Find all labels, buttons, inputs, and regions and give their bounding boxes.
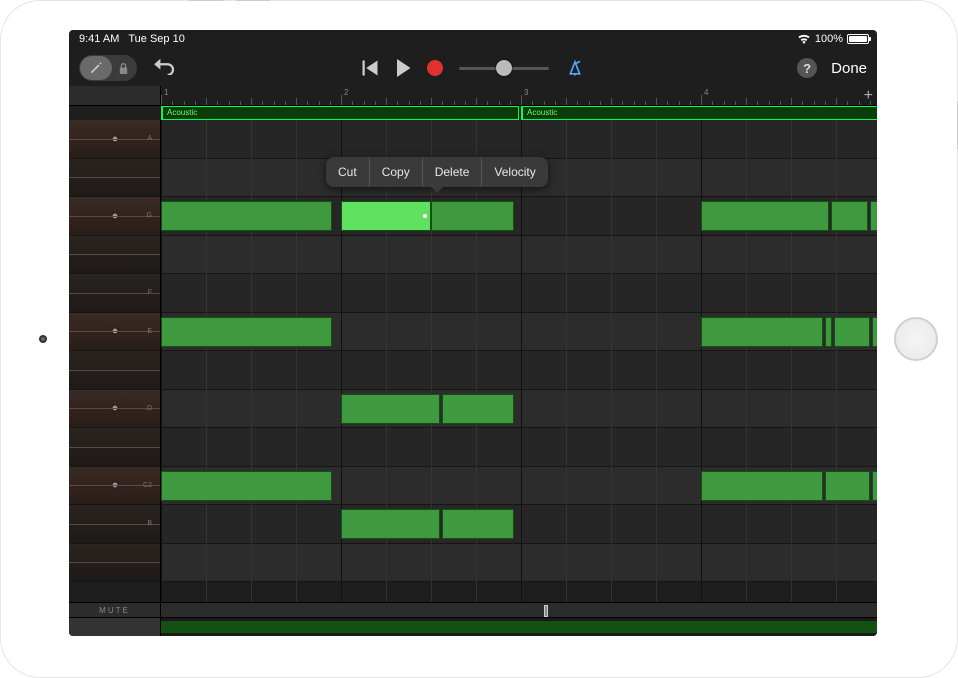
- note[interactable]: [872, 317, 877, 347]
- menu-cut[interactable]: Cut: [326, 157, 370, 187]
- toolbar: ? Done: [69, 50, 877, 86]
- status-time: 9:41 AM: [79, 33, 119, 45]
- go-to-start-button[interactable]: [361, 60, 379, 76]
- string-row: [69, 159, 160, 198]
- done-button[interactable]: Done: [831, 60, 867, 77]
- string-row: [69, 351, 160, 390]
- front-camera: [39, 335, 47, 343]
- battery-percent: 100%: [815, 33, 843, 45]
- undo-button[interactable]: [153, 57, 175, 80]
- record-button[interactable]: [427, 60, 443, 76]
- string-row: C2: [69, 467, 160, 506]
- note[interactable]: [701, 317, 823, 347]
- note[interactable]: [825, 471, 870, 501]
- undo-icon: [153, 57, 175, 75]
- ruler-gutter: [69, 86, 161, 105]
- note[interactable]: [834, 317, 870, 347]
- string-row: A: [69, 120, 160, 159]
- menu-copy[interactable]: Copy: [370, 157, 423, 187]
- pencil-icon: [89, 61, 103, 75]
- string-row: F: [69, 274, 160, 313]
- mute-label: MUTE: [69, 603, 161, 619]
- string-label: B: [147, 520, 152, 527]
- time-ruler[interactable]: 1 2 3 4: [161, 86, 877, 105]
- note[interactable]: [831, 201, 869, 231]
- string-row: [69, 236, 160, 275]
- note[interactable]: [431, 201, 514, 231]
- status-bar: 9:41 AM Tue Sep 10 100%: [69, 30, 877, 50]
- menu-velocity[interactable]: Velocity: [482, 157, 547, 187]
- note[interactable]: [161, 471, 332, 501]
- play-button[interactable]: [395, 59, 411, 77]
- note[interactable]: [161, 317, 332, 347]
- string-row: G: [69, 197, 160, 236]
- add-bars-button[interactable]: +: [864, 87, 873, 105]
- string-labels-pane: A G F E D C2 B: [69, 120, 161, 602]
- note-selected[interactable]: [341, 201, 431, 231]
- scroll-minimap[interactable]: [161, 621, 877, 633]
- note[interactable]: [442, 509, 514, 539]
- home-button[interactable]: [894, 317, 938, 361]
- note[interactable]: [442, 394, 514, 424]
- scroll-gutter: [69, 618, 161, 636]
- string-row: E: [69, 313, 160, 352]
- volume-slider[interactable]: [459, 67, 549, 70]
- region-acoustic-2[interactable]: Acoustic: [521, 106, 877, 120]
- note[interactable]: [870, 201, 877, 231]
- lock-icon: [118, 62, 129, 75]
- bar-number: 1: [164, 88, 168, 97]
- string-label: A: [147, 135, 152, 142]
- wifi-icon: [797, 34, 811, 44]
- string-row: [69, 428, 160, 467]
- note[interactable]: [872, 471, 877, 501]
- menu-delete[interactable]: Delete: [423, 157, 483, 187]
- string-label: D: [147, 405, 152, 412]
- string-label: E: [147, 328, 152, 335]
- string-label: C2: [143, 482, 152, 489]
- playhead-marker[interactable]: [544, 605, 548, 617]
- edit-mode-toggle[interactable]: [79, 55, 137, 81]
- note[interactable]: [701, 201, 829, 231]
- region-acoustic-1[interactable]: Acoustic: [161, 106, 519, 120]
- bar-number: 4: [704, 88, 708, 97]
- note-context-menu: Cut Copy Delete Velocity: [326, 157, 548, 187]
- help-button[interactable]: ?: [797, 58, 817, 78]
- string-row: [69, 544, 160, 583]
- string-row: D: [69, 390, 160, 429]
- string-label: F: [148, 289, 152, 296]
- note[interactable]: [825, 317, 832, 347]
- note-resize-handle[interactable]: [423, 214, 427, 218]
- volume-thumb[interactable]: [496, 60, 512, 76]
- note[interactable]: [341, 394, 440, 424]
- piano-roll[interactable]: [161, 120, 877, 602]
- string-row: B: [69, 505, 160, 544]
- status-date: Tue Sep 10: [128, 33, 184, 45]
- note[interactable]: [341, 509, 440, 539]
- battery-icon: [847, 34, 869, 44]
- note[interactable]: [161, 201, 332, 231]
- metronome-button[interactable]: [565, 58, 585, 78]
- bar-number: 2: [344, 88, 348, 97]
- note[interactable]: [701, 471, 823, 501]
- string-label: G: [147, 212, 152, 219]
- bar-number: 3: [524, 88, 528, 97]
